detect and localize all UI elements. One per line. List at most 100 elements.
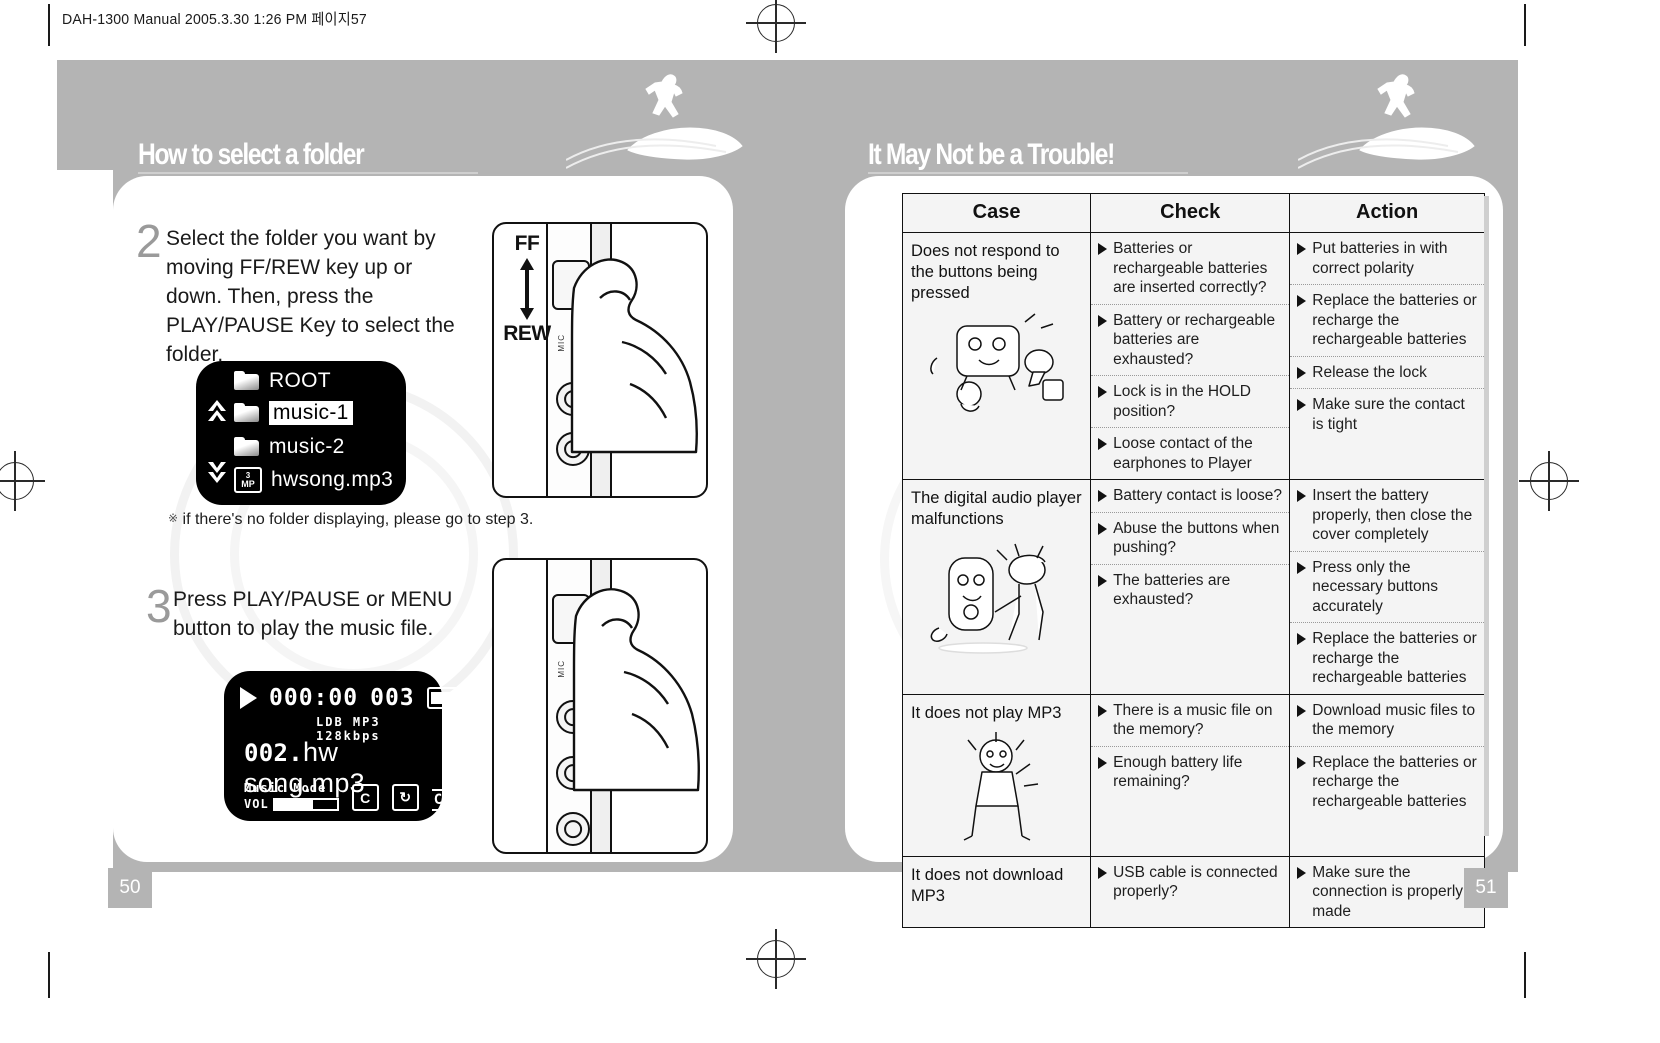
folder-icon xyxy=(234,437,260,457)
case-text: It does not download MP3 xyxy=(911,865,1064,905)
action-text: Insert the battery properly, then close … xyxy=(1297,486,1478,545)
check-subrow: Loose contact of the earphones to Player xyxy=(1091,428,1289,479)
ff-label: FF xyxy=(514,232,540,255)
check-text: Battery or rechargeable batteries are ex… xyxy=(1098,311,1283,370)
action-subrow: Release the lock xyxy=(1290,357,1484,389)
lcd-volume-row: VOL xyxy=(244,797,339,811)
lcd-footer-row: Music Mode VOL C ↻ CL55 xyxy=(244,781,474,811)
registration-mark-bottom xyxy=(746,929,806,989)
check-subrow: There is a music file on the memory? xyxy=(1091,695,1290,747)
table-edge-shadow xyxy=(1484,196,1489,836)
mic-label: MIC xyxy=(557,334,566,352)
mp3-icon-bottom: MP xyxy=(241,478,255,489)
ff-rew-indicator: FF REW xyxy=(498,232,556,346)
note-text: if there's no folder displaying, please … xyxy=(182,511,534,528)
action-subrow: Press only the necessary buttons accurat… xyxy=(1290,552,1484,623)
device-photo-bottom: MIC xyxy=(492,558,708,854)
volume-bar xyxy=(272,797,339,811)
registration-mark-right xyxy=(1519,451,1579,511)
table-header-row: Case Check Action xyxy=(901,193,1485,233)
registration-mark-left xyxy=(0,451,45,511)
check-subrow: The batteries are exhausted? xyxy=(1091,565,1289,616)
action-text: Replace the batteries or recharge the re… xyxy=(1297,753,1478,812)
mic-label-2: MIC xyxy=(557,660,566,678)
mp3-file-icon: 3 MP xyxy=(234,467,262,493)
confused-character-illustration xyxy=(963,731,1038,841)
two-characters-with-player-illustration xyxy=(929,313,1064,412)
hand-illustration-bottom xyxy=(572,588,700,792)
check-text: Batteries or rechargeable batteries are … xyxy=(1098,239,1283,298)
lcd-row-hwsong: 3 MP hwsong.mp3 xyxy=(234,467,393,493)
lcd-item-label: ROOT xyxy=(269,369,331,392)
action-text: Replace the batteries or recharge the re… xyxy=(1297,629,1478,688)
table-header-case: Case xyxy=(901,193,1092,233)
check-subrow: Battery contact is loose? xyxy=(1091,480,1290,513)
action-subrow: Make sure the contact is tight xyxy=(1290,389,1484,440)
up-down-arrow-icon xyxy=(520,258,534,320)
right-title-rule xyxy=(868,172,1188,174)
check-subrow: Enough battery life remaining? xyxy=(1091,747,1289,798)
page-number-right: 51 xyxy=(1464,868,1508,908)
action-text: Put batteries in with correct polarity xyxy=(1297,239,1478,278)
page-number-left: 50 xyxy=(108,868,152,908)
action-text: Make sure the connection is properly mad… xyxy=(1297,863,1478,922)
table-row: It does not play MP3 There is a music fi… xyxy=(901,693,1485,857)
action-text: Download music files to the memory xyxy=(1297,701,1478,740)
playback-lcd: 000:00 003 LDB MP3 128kbps 002.hw song.m… xyxy=(224,671,479,821)
c-mode-icon: C xyxy=(351,784,379,811)
case-text: It does not play MP3 xyxy=(911,703,1062,722)
action-subrow: Download music files to the memory xyxy=(1290,695,1484,747)
table-cell-check: Battery contact is loose? Abuse the butt… xyxy=(1090,479,1291,695)
lcd-mode-block: Music Mode VOL xyxy=(244,781,339,811)
right-page-title: It May Not be a Trouble! xyxy=(868,138,1115,171)
check-text: USB cable is connected properly? xyxy=(1098,863,1283,902)
surfer-illustration-right xyxy=(1298,74,1475,169)
check-text: The batteries are exhausted? xyxy=(1098,571,1283,610)
lcd-time: 000:00 xyxy=(269,685,359,711)
crop-mark-right-top xyxy=(1524,4,1526,46)
step-2-text: Select the folder you want by moving FF/… xyxy=(166,227,455,366)
check-text: Abuse the buttons when pushing? xyxy=(1098,519,1283,558)
lcd-item-label-selected: music-1 xyxy=(269,401,353,425)
table-cell-case: It does not download MP3 xyxy=(901,855,1092,928)
check-subrow: Abuse the buttons when pushing? xyxy=(1091,513,1290,565)
lcd-status-row: 000:00 003 xyxy=(240,685,479,711)
table-row: The digital audio player malfunctions Ba… xyxy=(901,479,1485,695)
action-text: Press only the necessary buttons accurat… xyxy=(1297,558,1478,617)
case-text: Does not respond to the buttons being pr… xyxy=(911,242,1060,302)
check-text: Loose contact of the earphones to Player xyxy=(1098,434,1283,473)
action-text: Make sure the contact is tight xyxy=(1297,395,1478,434)
down-chevron-icon xyxy=(208,462,226,483)
note-mark-icon: ※ xyxy=(168,511,179,525)
check-subrow: Lock is in the HOLD position? xyxy=(1091,376,1290,428)
check-subrow: Battery or rechargeable batteries are ex… xyxy=(1091,305,1290,376)
step-note: ※ if there's no folder displaying, pleas… xyxy=(168,511,533,529)
left-title-rule xyxy=(138,172,478,174)
lcd-file-index: 002. xyxy=(244,739,303,767)
action-subrow: Put batteries in with correct polarity xyxy=(1290,233,1484,285)
check-text: Lock is in the HOLD position? xyxy=(1098,382,1283,421)
action-text: Release the lock xyxy=(1297,363,1478,383)
folder-list-lcd: ROOT music-1 music-2 3 MP hwsong.mp3 xyxy=(196,361,406,505)
table-cell-action: Make sure the connection is properly mad… xyxy=(1289,855,1485,928)
left-edge-grey-strip xyxy=(57,60,113,170)
character-hitting-player-illustration xyxy=(930,543,1046,654)
hand-illustration-top xyxy=(570,258,698,454)
lcd-row-music-2: music-2 xyxy=(234,435,345,459)
folder-icon xyxy=(234,371,260,391)
action-subrow: Replace the batteries or recharge the re… xyxy=(1290,285,1484,357)
registration-mark-top xyxy=(746,0,806,53)
table-cell-action: Insert the battery properly, then close … xyxy=(1289,479,1485,695)
lcd-row-music-1: music-1 xyxy=(234,401,353,425)
table-cell-check: USB cable is connected properly? xyxy=(1090,855,1291,928)
lcd-vol-label: VOL xyxy=(244,797,269,811)
battery-icon xyxy=(426,687,479,709)
table-cell-check: Batteries or rechargeable batteries are … xyxy=(1090,232,1291,480)
table-cell-action: Put batteries in with correct polarity R… xyxy=(1289,232,1485,480)
action-subrow: Replace the batteries or recharge the re… xyxy=(1290,623,1484,694)
lcd-item-label: music-2 xyxy=(269,435,345,458)
case-text: The digital audio player malfunctions xyxy=(911,489,1082,528)
lcd-track-number: 003 xyxy=(370,685,415,711)
check-text: Battery contact is loose? xyxy=(1098,486,1283,506)
troubleshooting-table: Case Check Action Does not respond to th… xyxy=(901,193,1485,928)
